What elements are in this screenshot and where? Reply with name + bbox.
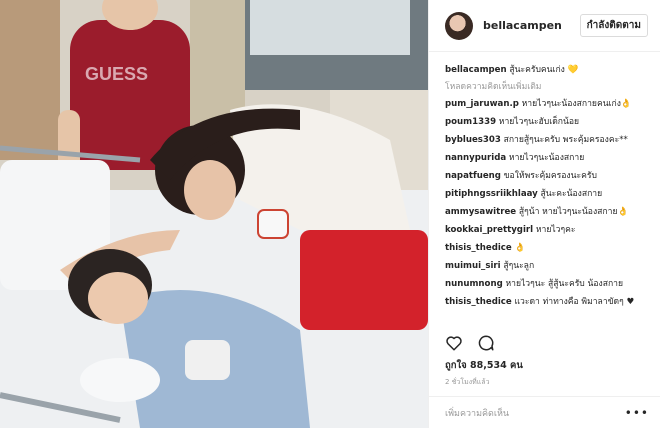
comment-text: สู้นะคะน้องสกาย (540, 189, 603, 199)
caption: bellacampen สู้นะครับคนเก่ง 💛 (445, 61, 648, 79)
add-comment-input[interactable]: เพิ่มความคิดเห็น (445, 406, 625, 420)
comment-username[interactable]: thisis_thedice (445, 243, 512, 253)
comment-item: poum1339 หายไวๆนะฮับเด็กน้อย (445, 113, 648, 131)
post-side-panel: bellacampen กำลังติดตาม bellacampen สู้น… (428, 0, 660, 428)
comment-username[interactable]: nannypurida (445, 153, 506, 163)
post-photo[interactable]: GUESS (0, 0, 428, 428)
comment-text: ขอให้พระคุ้มครองนะครับ (503, 171, 597, 181)
comment-item: pum_jaruwan.p หายไวๆนะน้องสกายคนเก่ง👌 (445, 98, 648, 110)
post-header: bellacampen กำลังติดตาม (429, 0, 660, 52)
heart-icon[interactable] (445, 334, 463, 352)
comment-text: สกายสู้ๆนะครับ พระคุ้มครองคะ** (503, 135, 628, 145)
comment-item: byblues303 สกายสู้ๆนะครับ พระคุ้มครองคะ*… (445, 131, 648, 149)
more-options-icon[interactable]: ••• (625, 406, 649, 420)
comment-username[interactable]: pitiphngssriikhlaay (445, 189, 538, 199)
load-more-comments-link[interactable]: โหลดความคิดเห็นเพิ่มเติม (445, 79, 648, 95)
caption-text: สู้นะครับคนเก่ง (509, 65, 565, 75)
comment-item: thisis_thedice แวะดา ท่าทางคือ พิมาลาขัด… (445, 296, 648, 308)
comment-item: kookkai_prettygirl หายไวๆคะ (445, 221, 648, 239)
comment-username[interactable]: kookkai_prettygirl (445, 225, 533, 235)
comment-icon[interactable] (477, 334, 495, 352)
comment-text: แวะดา ท่าทางคือ พิมาลาขัดๆ ♥ (514, 297, 635, 307)
avatar[interactable] (445, 11, 473, 40)
comment-username[interactable]: poum1339 (445, 117, 496, 127)
comment-item: muimui_siri สู้ๆนะลูก (445, 257, 648, 275)
comment-username[interactable]: napatfueng (445, 171, 501, 181)
comment-username[interactable]: thisis_thedice (445, 297, 512, 307)
comments-list: bellacampen สู้นะครับคนเก่ง 💛 โหลดความคิ… (429, 52, 660, 322)
comment-username[interactable]: pum_jaruwan.p (445, 99, 519, 109)
comment-item: ammysawitree สู้ๆน้า หายไวๆนะน้องสกาย👌 (445, 203, 648, 221)
comment-item: nunumnong หายไวๆนะ สู้สู้นะครับ น้องสกาย (445, 275, 648, 293)
comment-text: หายไวๆนะ สู้สู้นะครับ น้องสกาย (505, 279, 624, 289)
post-actions (445, 334, 495, 352)
comment-username[interactable]: ammysawitree (445, 207, 516, 217)
comment-text: สู้ๆนะลูก (503, 261, 535, 271)
header-username[interactable]: bellacampen (483, 19, 580, 32)
post-timestamp: 2 ชั่วโมงที่แล้ว (445, 378, 490, 386)
likes-count[interactable]: ถูกใจ 88,534 คน (445, 358, 523, 373)
hospital-photo: GUESS (0, 0, 428, 428)
comment-username[interactable]: nunumnong (445, 279, 503, 289)
comment-text: สู้ๆน้า หายไวๆนะน้องสกาย👌 (518, 207, 629, 217)
shirt-print: GUESS (85, 64, 148, 84)
comment-text: หายไวๆคะ (535, 225, 576, 235)
caption-emoji: 💛 (567, 65, 579, 75)
comment-text: หายไวๆนะน้องสกาย (508, 153, 585, 163)
add-comment-bar: เพิ่มความคิดเห็น ••• (429, 396, 660, 428)
comment-item: thisis_thedice 👌 (445, 239, 648, 257)
comment-item: napatfueng ขอให้พระคุ้มครองนะครับ (445, 167, 648, 185)
comment-text: หายไวๆนะน้องสกายคนเก่ง👌 (521, 99, 632, 109)
comment-text: หายไวๆนะฮับเด็กน้อย (498, 117, 580, 127)
comment-username[interactable]: byblues303 (445, 135, 501, 145)
caption-username[interactable]: bellacampen (445, 65, 507, 75)
instagram-post: GUESS bellacampen กำลังติดตาม bellacampe… (0, 0, 660, 428)
comment-text: 👌 (514, 243, 526, 253)
comment-item: nannypurida หายไวๆนะน้องสกาย (445, 149, 648, 167)
following-button[interactable]: กำลังติดตาม (579, 14, 648, 37)
comment-item: pitiphngssriikhlaay สู้นะคะน้องสกาย (445, 185, 648, 203)
comment-username[interactable]: muimui_siri (445, 261, 501, 271)
